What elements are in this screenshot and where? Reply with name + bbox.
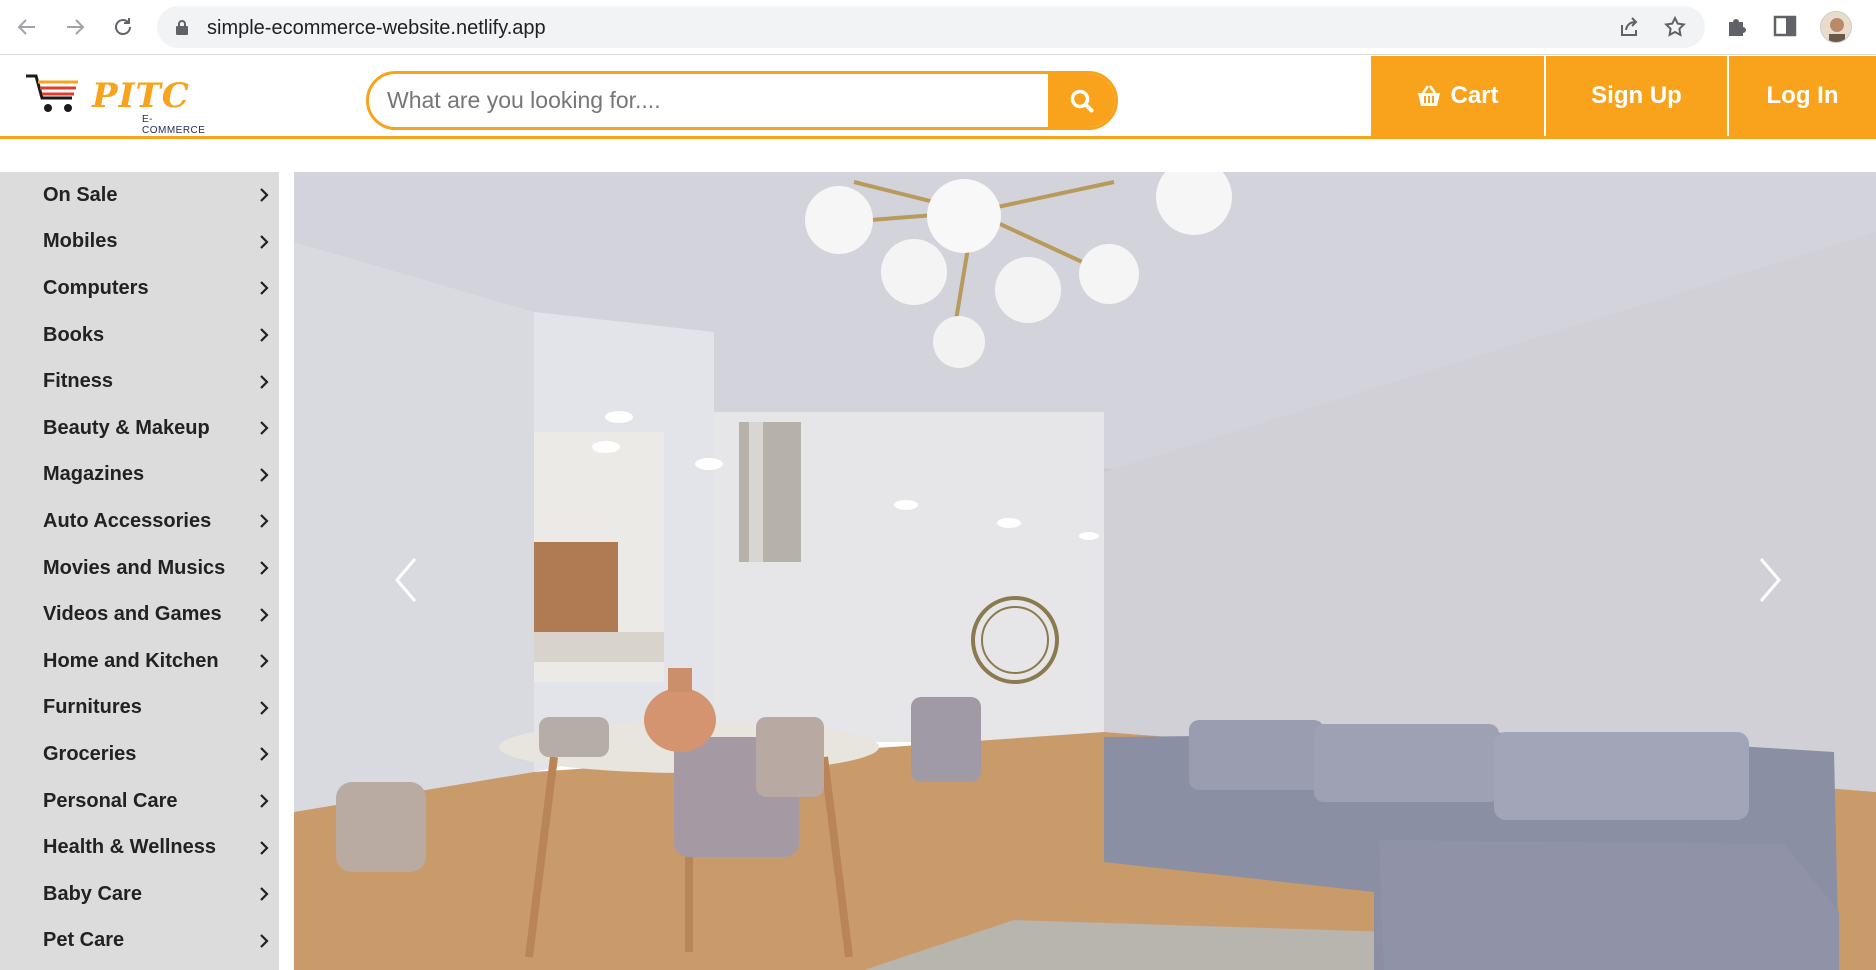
chevron-right-icon: [260, 514, 269, 529]
chevron-right-icon: [260, 468, 269, 482]
sidebar-item-health-wellness[interactable]: Health & Wellness: [0, 824, 279, 871]
browser-toolbar: simple-ecommerce-website.netlify.app: [0, 0, 1876, 55]
sidebar-item-label: Movies and Musics: [43, 556, 226, 579]
sidebar-item-beauty-makeup[interactable]: Beauty & Makeup: [0, 405, 279, 452]
sidebar-item-label: Books: [43, 323, 105, 346]
chevron-right-icon: [260, 421, 269, 436]
chevron-right-icon: [260, 235, 269, 249]
sidebar-item-label: Fitness: [43, 370, 114, 393]
sidebar-item-label: Videos and Games: [43, 603, 222, 626]
search-input[interactable]: [369, 74, 1049, 127]
chevron-right-icon: [260, 188, 269, 203]
cart-logo-icon: [26, 74, 78, 112]
sidebar-item-label: Magazines: [43, 463, 145, 486]
site-header: PITC E-COMMERCE Cart Sign Up Log In: [0, 56, 1876, 139]
logo-text: PITC: [92, 76, 190, 116]
signup-button[interactable]: Sign Up: [1546, 56, 1727, 136]
back-icon[interactable]: [12, 12, 42, 42]
profile-avatar[interactable]: [1820, 11, 1852, 43]
sidebar-item-label: Mobiles: [43, 230, 118, 253]
sidebar-item-fitness[interactable]: Fitness: [0, 358, 279, 405]
sidebar-item-label: Computers: [43, 276, 149, 299]
sidebar-item-videos-games[interactable]: Videos and Games: [0, 591, 279, 638]
search-icon: [1070, 89, 1093, 112]
signup-label: Sign Up: [1591, 82, 1682, 109]
sidebar-item-personal-care[interactable]: Personal Care: [0, 778, 279, 825]
sidebar-item-groceries[interactable]: Groceries: [0, 731, 279, 778]
chevron-right-icon: [260, 887, 269, 901]
reload-icon[interactable]: [108, 12, 138, 42]
sidebar-item-mobiles[interactable]: Mobiles: [0, 219, 279, 266]
sidebar-item-furnitures[interactable]: Furnitures: [0, 685, 279, 732]
address-bar[interactable]: simple-ecommerce-website.netlify.app: [157, 6, 1705, 48]
chevron-right-icon: [260, 840, 269, 855]
lock-icon: [175, 19, 189, 40]
sidebar-item-books[interactable]: Books: [0, 312, 279, 359]
sidebar-item-label: Furnitures: [43, 696, 142, 719]
chevron-right-icon: [260, 654, 269, 669]
chevron-right-icon: [260, 328, 269, 342]
chevron-right-icon: [260, 794, 269, 808]
url-text: simple-ecommerce-website.netlify.app: [207, 17, 546, 39]
sidebar-item-pet-care[interactable]: Pet Care: [0, 918, 279, 965]
sidepanel-icon[interactable]: [1772, 13, 1800, 41]
hero-carousel: [294, 172, 1876, 970]
sidebar-item-auto-accessories[interactable]: Auto Accessories: [0, 498, 279, 545]
chevron-right-icon: [260, 561, 269, 575]
chevron-right-icon: [260, 607, 269, 622]
sidebar-item-home-kitchen[interactable]: Home and Kitchen: [0, 638, 279, 685]
star-icon[interactable]: [1663, 15, 1687, 39]
sidebar-item-label: On Sale: [43, 183, 118, 206]
sidebar-item-label: Health & Wellness: [43, 836, 217, 859]
login-label: Log In: [1766, 82, 1839, 109]
sidebar-item-label: Pet Care: [43, 929, 125, 952]
sidebar-item-label: Beauty & Makeup: [43, 416, 210, 439]
sidebar-item-computers[interactable]: Computers: [0, 265, 279, 312]
chevron-right-icon: [260, 374, 269, 389]
search-button[interactable]: [1048, 74, 1115, 127]
sidebar-item-movies-musics[interactable]: Movies and Musics: [0, 545, 279, 592]
chevron-right-icon: [260, 701, 269, 715]
sidebar-item-label: Personal Care: [43, 789, 178, 812]
sidebar-item-label: Auto Accessories: [43, 509, 212, 532]
sidebar-item-on-sale[interactable]: On Sale: [0, 172, 279, 219]
share-icon[interactable]: [1617, 15, 1641, 39]
category-sidebar: On Sale Mobiles Computers Books Fitness …: [0, 172, 279, 970]
logo-subtitle: E-COMMERCE: [142, 114, 206, 136]
carousel-next-button[interactable]: [1750, 550, 1790, 610]
sidebar-item-label: Baby Care: [43, 882, 142, 905]
chevron-right-icon: [1759, 558, 1781, 602]
extensions-icon[interactable]: [1724, 13, 1752, 41]
sidebar-item-baby-care[interactable]: Baby Care: [0, 871, 279, 918]
chevron-right-icon: [260, 281, 269, 296]
sidebar-item-label: Groceries: [43, 742, 137, 765]
chevron-left-icon: [395, 558, 417, 602]
sidebar-item-magazines[interactable]: Magazines: [0, 452, 279, 499]
site-logo[interactable]: PITC E-COMMERCE: [26, 70, 216, 136]
living-room-image: [294, 172, 1876, 970]
login-button[interactable]: Log In: [1729, 56, 1876, 136]
cart-label: Cart: [1450, 82, 1499, 109]
cart-button[interactable]: Cart: [1371, 56, 1544, 136]
chevron-right-icon: [260, 747, 269, 762]
search-bar: [366, 71, 1118, 130]
forward-icon[interactable]: [60, 12, 90, 42]
basket-icon: [1418, 85, 1441, 106]
chevron-right-icon: [260, 934, 269, 948]
carousel-prev-button[interactable]: [386, 550, 426, 610]
sidebar-item-label: Home and Kitchen: [43, 649, 219, 672]
